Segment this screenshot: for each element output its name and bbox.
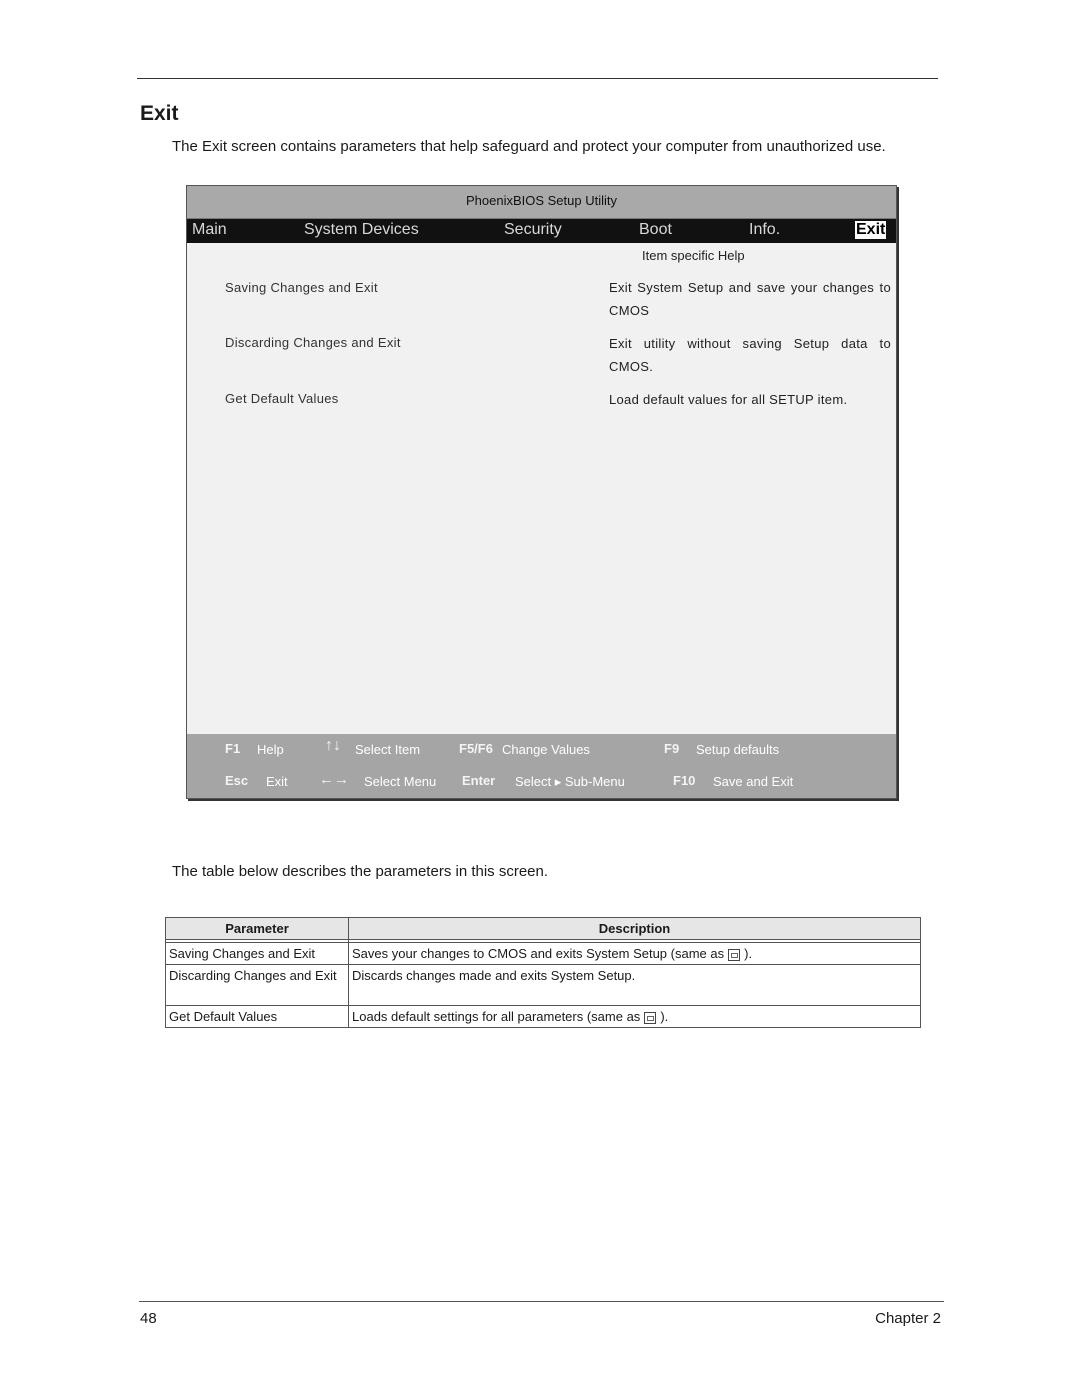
table-row: Get Default Values Loads default setting… [165, 1005, 921, 1028]
header-description: Description [348, 917, 921, 940]
section-heading: Exit [140, 102, 179, 125]
key-f9: F9 [664, 741, 680, 756]
param-name: Discarding Changes and Exit [165, 964, 349, 1006]
key-f5-f6-action: Change Values [502, 742, 590, 757]
param-description: Saves your changes to CMOS and exits Sys… [348, 942, 921, 965]
bios-screenshot: PhoenixBIOS Setup Utility Main System De… [186, 185, 897, 799]
up-down-arrows-icon: ↑↓ [325, 737, 341, 754]
tab-system-devices[interactable]: System Devices [304, 221, 419, 239]
param-name: Get Default Values [165, 1005, 349, 1028]
page-number: 48 [140, 1310, 157, 1327]
key-esc: Esc [225, 773, 249, 788]
option-saving-changes-exit[interactable]: Saving Changes and Exit [225, 280, 378, 295]
table-row: Saving Changes and Exit Saves your chang… [165, 942, 921, 965]
help-text-defaults: Load default values for all SETUP item. [609, 392, 848, 407]
param-description: Loads default settings for all parameter… [348, 1005, 921, 1028]
option-discarding-changes-exit[interactable]: Discarding Changes and Exit [225, 335, 401, 350]
tab-boot[interactable]: Boot [639, 221, 672, 239]
key-f5-f6: F5/F6 [459, 741, 493, 756]
help-text-discarding: Exit utility without saving Setup data t… [609, 336, 891, 374]
bios-menu-bar: Main System Devices Security Boot Info. … [187, 219, 896, 243]
key-esc-action: Exit [266, 774, 288, 789]
key-f1-action: Help [257, 742, 284, 757]
f9-key-icon [644, 1011, 657, 1024]
key-f9-action: Setup defaults [696, 742, 780, 757]
intro-paragraph: The Exit screen contains parameters that… [172, 138, 886, 155]
chapter-label: Chapter 2 [875, 1310, 941, 1327]
table-header-row: Parameter Description [165, 917, 921, 940]
tab-security[interactable]: Security [504, 221, 562, 239]
footer-rule [139, 1301, 944, 1302]
key-f1: F1 [225, 741, 241, 756]
parameters-table: Parameter Description Saving Changes and… [165, 917, 921, 1028]
key-arrows-action: Select Item [355, 742, 421, 757]
param-name: Saving Changes and Exit [165, 942, 349, 965]
header-rule [137, 78, 938, 79]
tab-info[interactable]: Info. [749, 221, 780, 239]
key-f10-action: Save and Exit [713, 774, 794, 789]
key-enter: Enter [462, 773, 496, 788]
help-text-saving: Exit System Setup and save your changes … [609, 280, 891, 318]
option-get-default-values[interactable]: Get Default Values [225, 391, 339, 406]
item-help-header: Item specific Help [642, 248, 745, 263]
table-intro: The table below describes the parameters… [172, 863, 549, 880]
key-f10: F10 [673, 773, 696, 788]
tab-main[interactable]: Main [192, 221, 227, 239]
table-row: Discarding Changes and Exit Discards cha… [165, 964, 921, 1006]
param-description: Discards changes made and exits System S… [348, 964, 921, 1006]
bios-title: PhoenixBIOS Setup Utility [187, 186, 896, 219]
f10-key-icon [728, 948, 741, 961]
header-parameter: Parameter [165, 917, 349, 940]
key-enter-action: Select ▸ Sub-Menu [515, 774, 625, 789]
left-right-arrows-icon: ←→ [319, 771, 349, 788]
bios-key-legend: F1 Help ↑↓ Select Item F5/F6 Change Valu… [187, 734, 896, 798]
key-lr-action: Select Menu [364, 774, 437, 789]
tab-exit[interactable]: Exit [855, 221, 887, 239]
